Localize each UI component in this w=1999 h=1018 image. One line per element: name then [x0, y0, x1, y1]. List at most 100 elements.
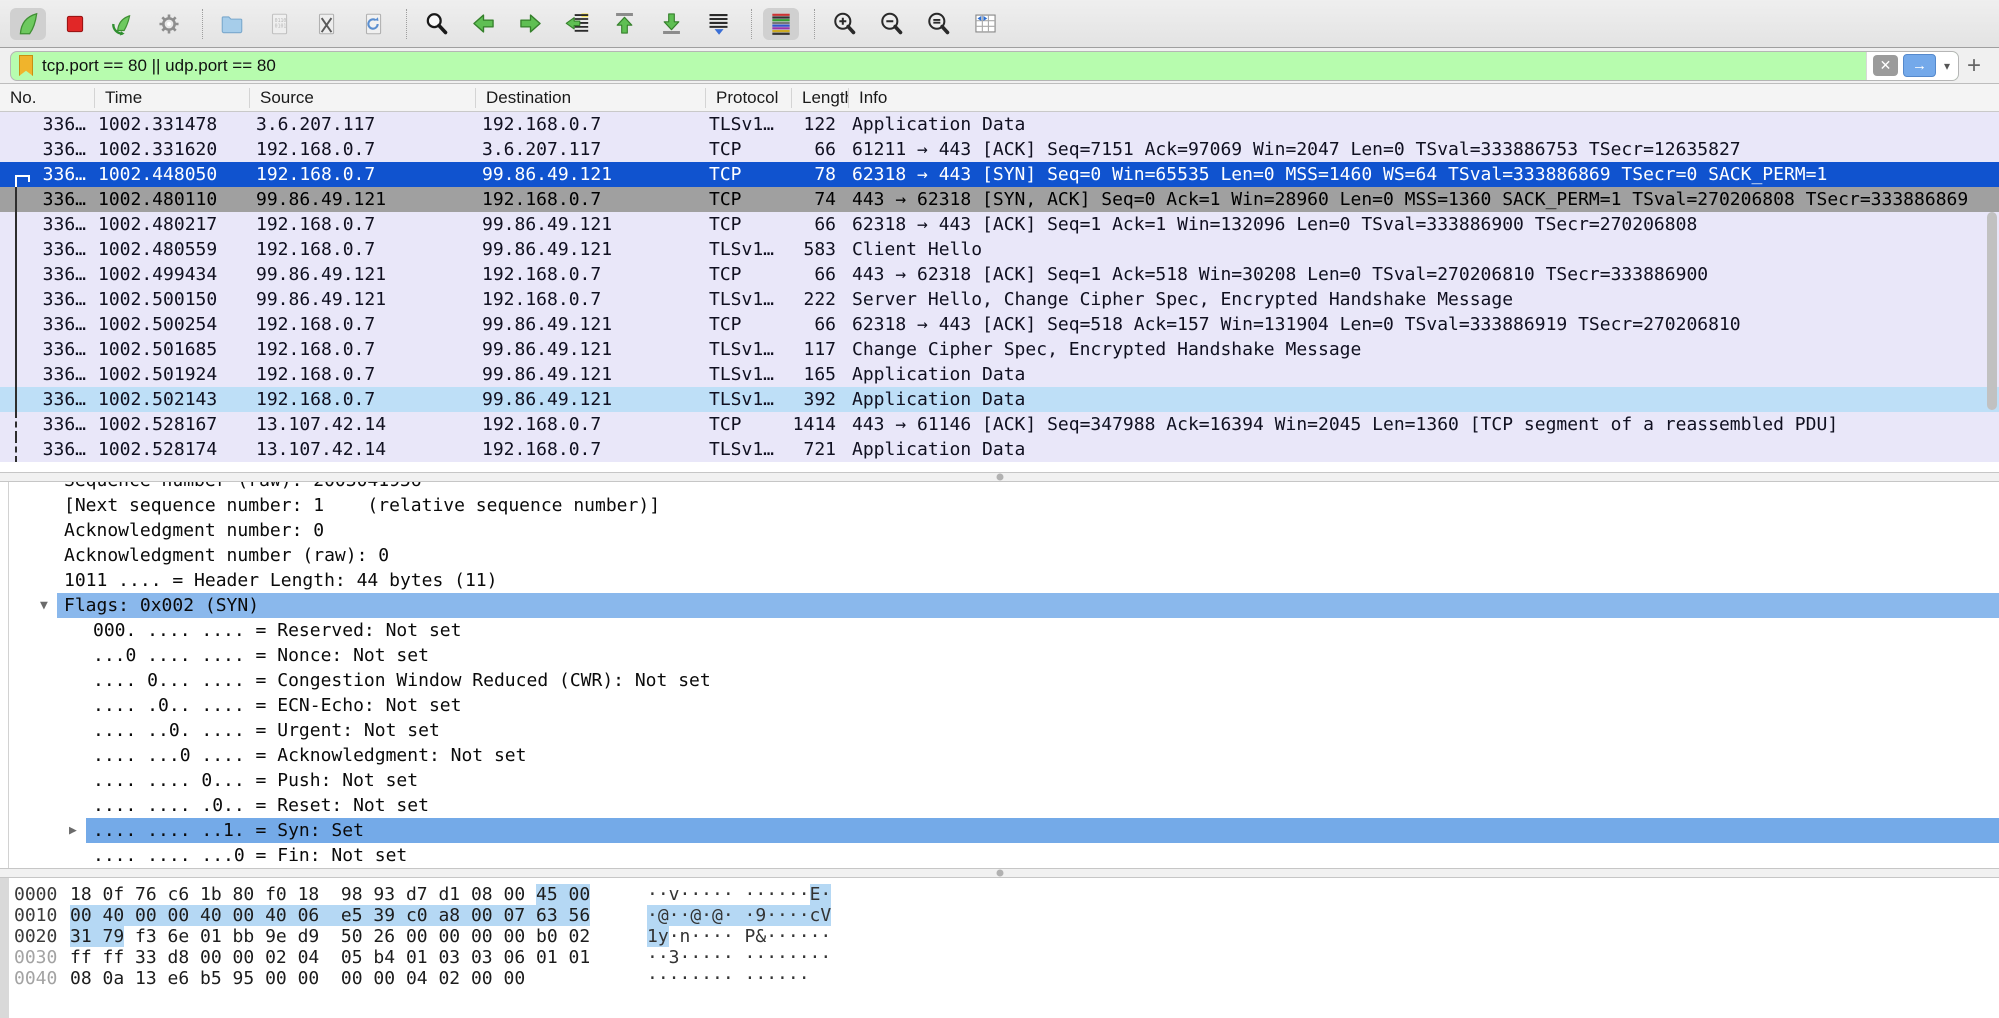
- disclosure-triangle-icon[interactable]: [40, 482, 64, 493]
- hex-row[interactable]: 0010 00 40 00 00 40 00 40 06 e5 39 c0 a8…: [0, 905, 1999, 926]
- packet-row[interactable]: 336… 1002.499434 99.86.49.121 192.168.0.…: [0, 262, 1999, 287]
- disclosure-triangle-icon[interactable]: [69, 693, 93, 718]
- hex-ascii[interactable]: ··v····· ······E·: [647, 884, 831, 905]
- packet-row[interactable]: 336… 1002.448050 192.168.0.7 99.86.49.12…: [0, 162, 1999, 187]
- packet-row[interactable]: 336… 1002.480217 192.168.0.7 99.86.49.12…: [0, 212, 1999, 237]
- find-packet-button[interactable]: [418, 8, 454, 40]
- first-packet-button[interactable]: [606, 8, 642, 40]
- column-header-destination[interactable]: Destination: [475, 88, 705, 108]
- detail-row[interactable]: ▼ Flags: 0x002 (SYN): [0, 593, 1999, 618]
- packet-row[interactable]: 336… 1002.480110 99.86.49.121 192.168.0.…: [0, 187, 1999, 212]
- hex-bytes[interactable]: 00 40 00 00 40 00 40 06 e5 39 c0 a8 00 0…: [70, 905, 615, 926]
- filter-dropdown-chevron-icon[interactable]: ▾: [1944, 59, 1950, 73]
- packet-row[interactable]: 336… 1002.528167 13.107.42.14 192.168.0.…: [0, 412, 1999, 437]
- arrow-down-to-line-icon: [658, 10, 685, 37]
- detail-row[interactable]: .... .... .0.. = Reset: Not set: [0, 793, 1999, 818]
- hex-ascii[interactable]: ··3····· ········: [647, 947, 831, 968]
- disclosure-triangle-icon[interactable]: [40, 568, 64, 593]
- start-capture-button[interactable]: [10, 8, 46, 40]
- colorize-packets-button[interactable]: [763, 8, 799, 40]
- detail-row[interactable]: .... .... 0... = Push: Not set: [0, 768, 1999, 793]
- packet-row[interactable]: 336… 1002.528174 13.107.42.14 192.168.0.…: [0, 437, 1999, 462]
- packet-row[interactable]: 336… 1002.331620 192.168.0.7 3.6.207.117…: [0, 137, 1999, 162]
- detail-row[interactable]: .... 0... .... = Congestion Window Reduc…: [0, 668, 1999, 693]
- packet-row[interactable]: 336… 1002.501685 192.168.0.7 99.86.49.12…: [0, 337, 1999, 362]
- detail-row[interactable]: ...0 .... .... = Nonce: Not set: [0, 643, 1999, 668]
- resize-columns-button[interactable]: [967, 8, 1003, 40]
- disclosure-triangle-icon[interactable]: [40, 543, 64, 568]
- filter-add-button[interactable]: +: [1959, 52, 1989, 80]
- reload-file-button[interactable]: [355, 8, 391, 40]
- previous-packet-button[interactable]: [465, 8, 501, 40]
- disclosure-triangle-icon[interactable]: [69, 843, 93, 868]
- column-header-time[interactable]: Time: [94, 88, 249, 108]
- column-header-no[interactable]: No.: [0, 88, 94, 108]
- detail-row[interactable]: 1011 .... = Header Length: 44 bytes (11): [0, 568, 1999, 593]
- zoom-in-button[interactable]: [826, 8, 862, 40]
- display-filter-field[interactable]: ✕ → ▾: [10, 51, 1959, 81]
- hex-ascii[interactable]: ········ ······: [647, 968, 810, 989]
- stop-capture-button[interactable]: [57, 8, 93, 40]
- packet-row[interactable]: 336… 1002.480559 192.168.0.7 99.86.49.12…: [0, 237, 1999, 262]
- disclosure-triangle-icon[interactable]: [69, 618, 93, 643]
- packet-row[interactable]: 336… 1002.502143 192.168.0.7 99.86.49.12…: [0, 387, 1999, 412]
- restart-capture-button[interactable]: [104, 8, 140, 40]
- hex-ascii[interactable]: 1y·n···· P&······: [647, 926, 831, 947]
- hex-bytes[interactable]: 31 79 f3 6e 01 bb 9e d9 50 26 00 00 00 0…: [70, 926, 615, 947]
- splitter-handle-icon: [996, 474, 1003, 481]
- packet-list-scrollbar-thumb[interactable]: [1987, 212, 1997, 410]
- zoom-out-button[interactable]: [873, 8, 909, 40]
- hex-row[interactable]: 0040 08 0a 13 e6 b5 95 00 00 00 00 04 02…: [0, 968, 1999, 989]
- detail-row[interactable]: .... .0.. .... = ECN-Echo: Not set: [0, 693, 1999, 718]
- disclosure-triangle-icon[interactable]: [69, 793, 93, 818]
- filter-clear-button[interactable]: ✕: [1873, 55, 1898, 76]
- display-filter-input[interactable]: [42, 56, 1866, 76]
- toolbar-separator: [406, 9, 408, 39]
- detail-row[interactable]: .... ...0 .... = Acknowledgment: Not set: [0, 743, 1999, 768]
- column-header-length[interactable]: Length: [791, 88, 848, 108]
- packet-row[interactable]: 336… 1002.500150 99.86.49.121 192.168.0.…: [0, 287, 1999, 312]
- list-details-splitter[interactable]: [0, 472, 1999, 482]
- disclosure-triangle-icon[interactable]: [69, 768, 93, 793]
- filter-apply-button[interactable]: →: [1903, 54, 1936, 77]
- hex-bytes[interactable]: 18 0f 76 c6 1b 80 f0 18 98 93 d7 d1 08 0…: [70, 884, 615, 905]
- last-packet-button[interactable]: [653, 8, 689, 40]
- column-header-source[interactable]: Source: [249, 88, 475, 108]
- auto-scroll-button[interactable]: [700, 8, 736, 40]
- zoom-reset-button[interactable]: [920, 8, 956, 40]
- packet-row[interactable]: 336… 1002.500254 192.168.0.7 99.86.49.12…: [0, 312, 1999, 337]
- filter-bookmark-icon[interactable]: [19, 55, 33, 76]
- hex-bytes[interactable]: ff ff 33 d8 00 00 02 04 05 b4 01 03 03 0…: [70, 947, 615, 968]
- hex-row[interactable]: 0020 31 79 f3 6e 01 bb 9e d9 50 26 00 00…: [0, 926, 1999, 947]
- hex-bytes[interactable]: 08 0a 13 e6 b5 95 00 00 00 00 04 02 00 0…: [70, 968, 615, 989]
- detail-row[interactable]: Sequence number (raw): 2003041956: [0, 482, 1999, 493]
- details-hex-splitter[interactable]: [0, 868, 1999, 878]
- next-packet-button[interactable]: [512, 8, 548, 40]
- packet-row[interactable]: 336… 1002.501924 192.168.0.7 99.86.49.12…: [0, 362, 1999, 387]
- detail-row[interactable]: Acknowledgment number (raw): 0: [0, 543, 1999, 568]
- detail-row[interactable]: .... .... ...0 = Fin: Not set: [0, 843, 1999, 868]
- hex-ascii[interactable]: ·@··@·@· ·9····cV: [647, 905, 831, 926]
- capture-options-button[interactable]: [151, 8, 187, 40]
- go-to-packet-button[interactable]: [559, 8, 595, 40]
- disclosure-triangle-icon[interactable]: [40, 493, 64, 518]
- packet-destination: 192.168.0.7: [475, 437, 705, 462]
- column-header-info[interactable]: Info: [848, 88, 1999, 108]
- hex-row[interactable]: 0000 18 0f 76 c6 1b 80 f0 18 98 93 d7 d1…: [0, 884, 1999, 905]
- detail-row[interactable]: ▶ .... .... ..1. = Syn: Set: [0, 818, 1999, 843]
- close-file-button[interactable]: [308, 8, 344, 40]
- disclosure-triangle-icon[interactable]: [69, 743, 93, 768]
- detail-row[interactable]: 000. .... .... = Reserved: Not set: [0, 618, 1999, 643]
- packet-row[interactable]: 336… 1002.331478 3.6.207.117 192.168.0.7…: [0, 112, 1999, 137]
- disclosure-triangle-icon[interactable]: [69, 668, 93, 693]
- hex-row[interactable]: 0030 ff ff 33 d8 00 00 02 04 05 b4 01 03…: [0, 947, 1999, 968]
- disclosure-triangle-icon[interactable]: [69, 643, 93, 668]
- open-file-button[interactable]: [214, 8, 250, 40]
- detail-row[interactable]: .... ..0. .... = Urgent: Not set: [0, 718, 1999, 743]
- disclosure-triangle-icon[interactable]: [69, 718, 93, 743]
- detail-row[interactable]: Acknowledgment number: 0: [0, 518, 1999, 543]
- save-file-button[interactable]: 01100101: [261, 8, 297, 40]
- column-header-protocol[interactable]: Protocol: [705, 88, 791, 108]
- disclosure-triangle-icon[interactable]: [40, 518, 64, 543]
- detail-row[interactable]: [Next sequence number: 1 (relative seque…: [0, 493, 1999, 518]
